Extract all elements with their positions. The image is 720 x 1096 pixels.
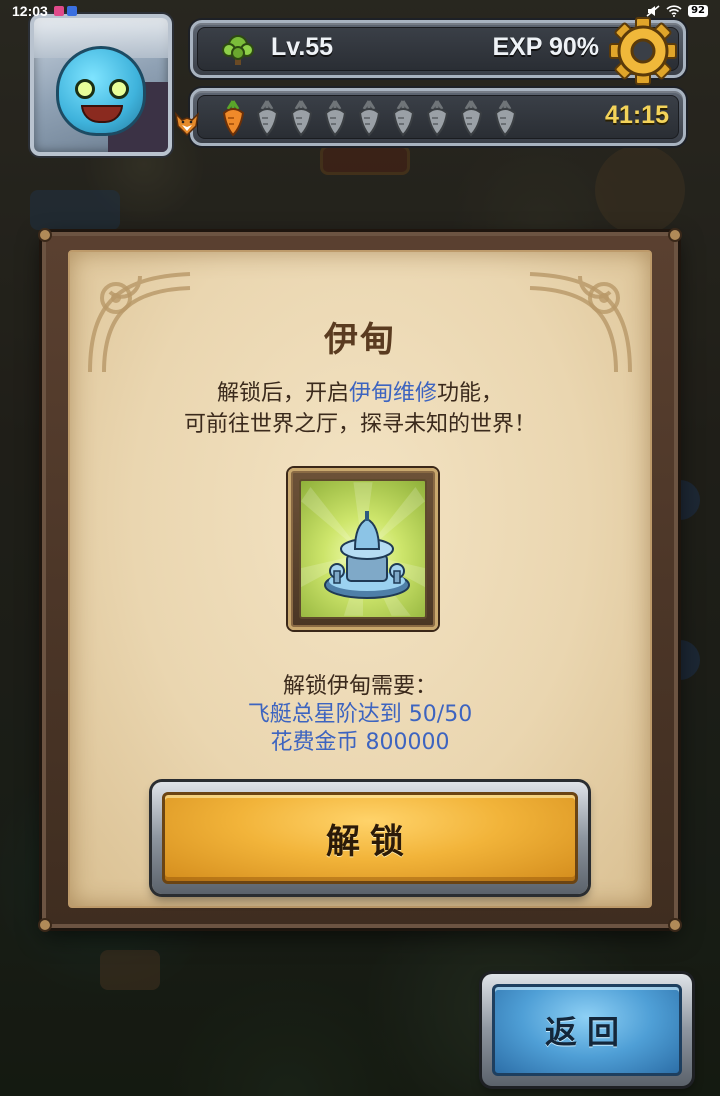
stamina-carrots bbox=[217, 99, 522, 137]
requirement-gold-cost: 花费金币 800000 bbox=[270, 730, 450, 755]
back-button-face[interactable]: 返回 bbox=[492, 984, 682, 1076]
unlock-button-face[interactable]: 解锁 bbox=[162, 792, 578, 884]
frame-rivet bbox=[668, 918, 682, 932]
description-text: 解锁后，开启 bbox=[216, 381, 349, 406]
status-notification-icons bbox=[53, 6, 77, 16]
map-bridge bbox=[100, 950, 160, 990]
experience-percent: EXP 90% bbox=[492, 33, 599, 61]
avatar-eye bbox=[75, 79, 95, 99]
description-text: 功能， bbox=[437, 381, 504, 406]
carrot-empty-icon bbox=[358, 100, 381, 137]
unlock-dialog: 伊甸 解锁后，开启伊甸维修功能， 可前往世界之厅，探寻未知的世界！ 解锁伊甸需要… bbox=[38, 228, 682, 932]
dialog-title: 伊甸 bbox=[324, 320, 396, 360]
frame-rivet bbox=[668, 228, 682, 242]
unlock-button[interactable]: 解锁 bbox=[152, 782, 588, 894]
carrot-empty-icon bbox=[426, 100, 449, 137]
carrot-empty-icon bbox=[494, 100, 517, 137]
carrot-empty-icon bbox=[290, 100, 313, 137]
map-building bbox=[595, 145, 685, 235]
settings-gear-icon[interactable] bbox=[606, 14, 680, 88]
dialog-parchment: 伊甸 解锁后，开启伊甸维修功能， 可前往世界之厅，探寻未知的世界！ 解锁伊甸需要… bbox=[68, 250, 652, 908]
system-status-bar: 12:03 92 bbox=[0, 0, 720, 22]
carrot-empty-icon bbox=[256, 100, 279, 137]
wifi-icon bbox=[666, 5, 682, 17]
feature-icon-background bbox=[299, 479, 427, 619]
notification-app-icon bbox=[53, 6, 64, 16]
player-level: Lv.55 bbox=[271, 33, 334, 61]
avatar-face bbox=[56, 46, 146, 136]
dialog-description: 解锁后，开启伊甸维修功能， 可前往世界之厅，探寻未知的世界！ bbox=[70, 378, 650, 440]
feature-icon-frame bbox=[288, 468, 438, 630]
stamina-bar: 41:15 bbox=[190, 88, 686, 146]
frame-rivet bbox=[38, 918, 52, 932]
description-line-1: 解锁后，开启伊甸维修功能， bbox=[70, 378, 650, 409]
status-time: 12:03 bbox=[12, 3, 48, 19]
carrot-empty-icon bbox=[392, 100, 415, 137]
mute-icon bbox=[646, 5, 660, 17]
tree-level-icon bbox=[222, 35, 254, 65]
back-button[interactable]: 返回 bbox=[482, 974, 692, 1086]
stamina-timer: 41:15 bbox=[605, 101, 669, 129]
battery-level: 92 bbox=[688, 5, 708, 17]
description-highlight: 伊甸维修 bbox=[348, 381, 437, 406]
avatar-eye bbox=[109, 79, 129, 99]
eden-fountain-icon bbox=[324, 511, 410, 599]
notification-app-icon bbox=[66, 6, 77, 16]
back-button-label: 返回 bbox=[544, 1013, 629, 1051]
carrot-empty-icon bbox=[460, 100, 483, 137]
fox-pet-icon bbox=[174, 111, 200, 137]
frame-rivet bbox=[38, 228, 52, 242]
unlock-button-label: 解锁 bbox=[326, 821, 414, 862]
description-line-2: 可前往世界之厅，探寻未知的世界！ bbox=[183, 412, 536, 437]
status-right-icons: 92 bbox=[646, 5, 708, 17]
player-avatar[interactable] bbox=[30, 14, 172, 156]
map-banner bbox=[30, 190, 120, 230]
carrot-empty-icon bbox=[324, 100, 347, 137]
avatar-mouth bbox=[81, 105, 123, 123]
map-building bbox=[320, 145, 410, 175]
carrot-full-icon bbox=[222, 100, 245, 137]
